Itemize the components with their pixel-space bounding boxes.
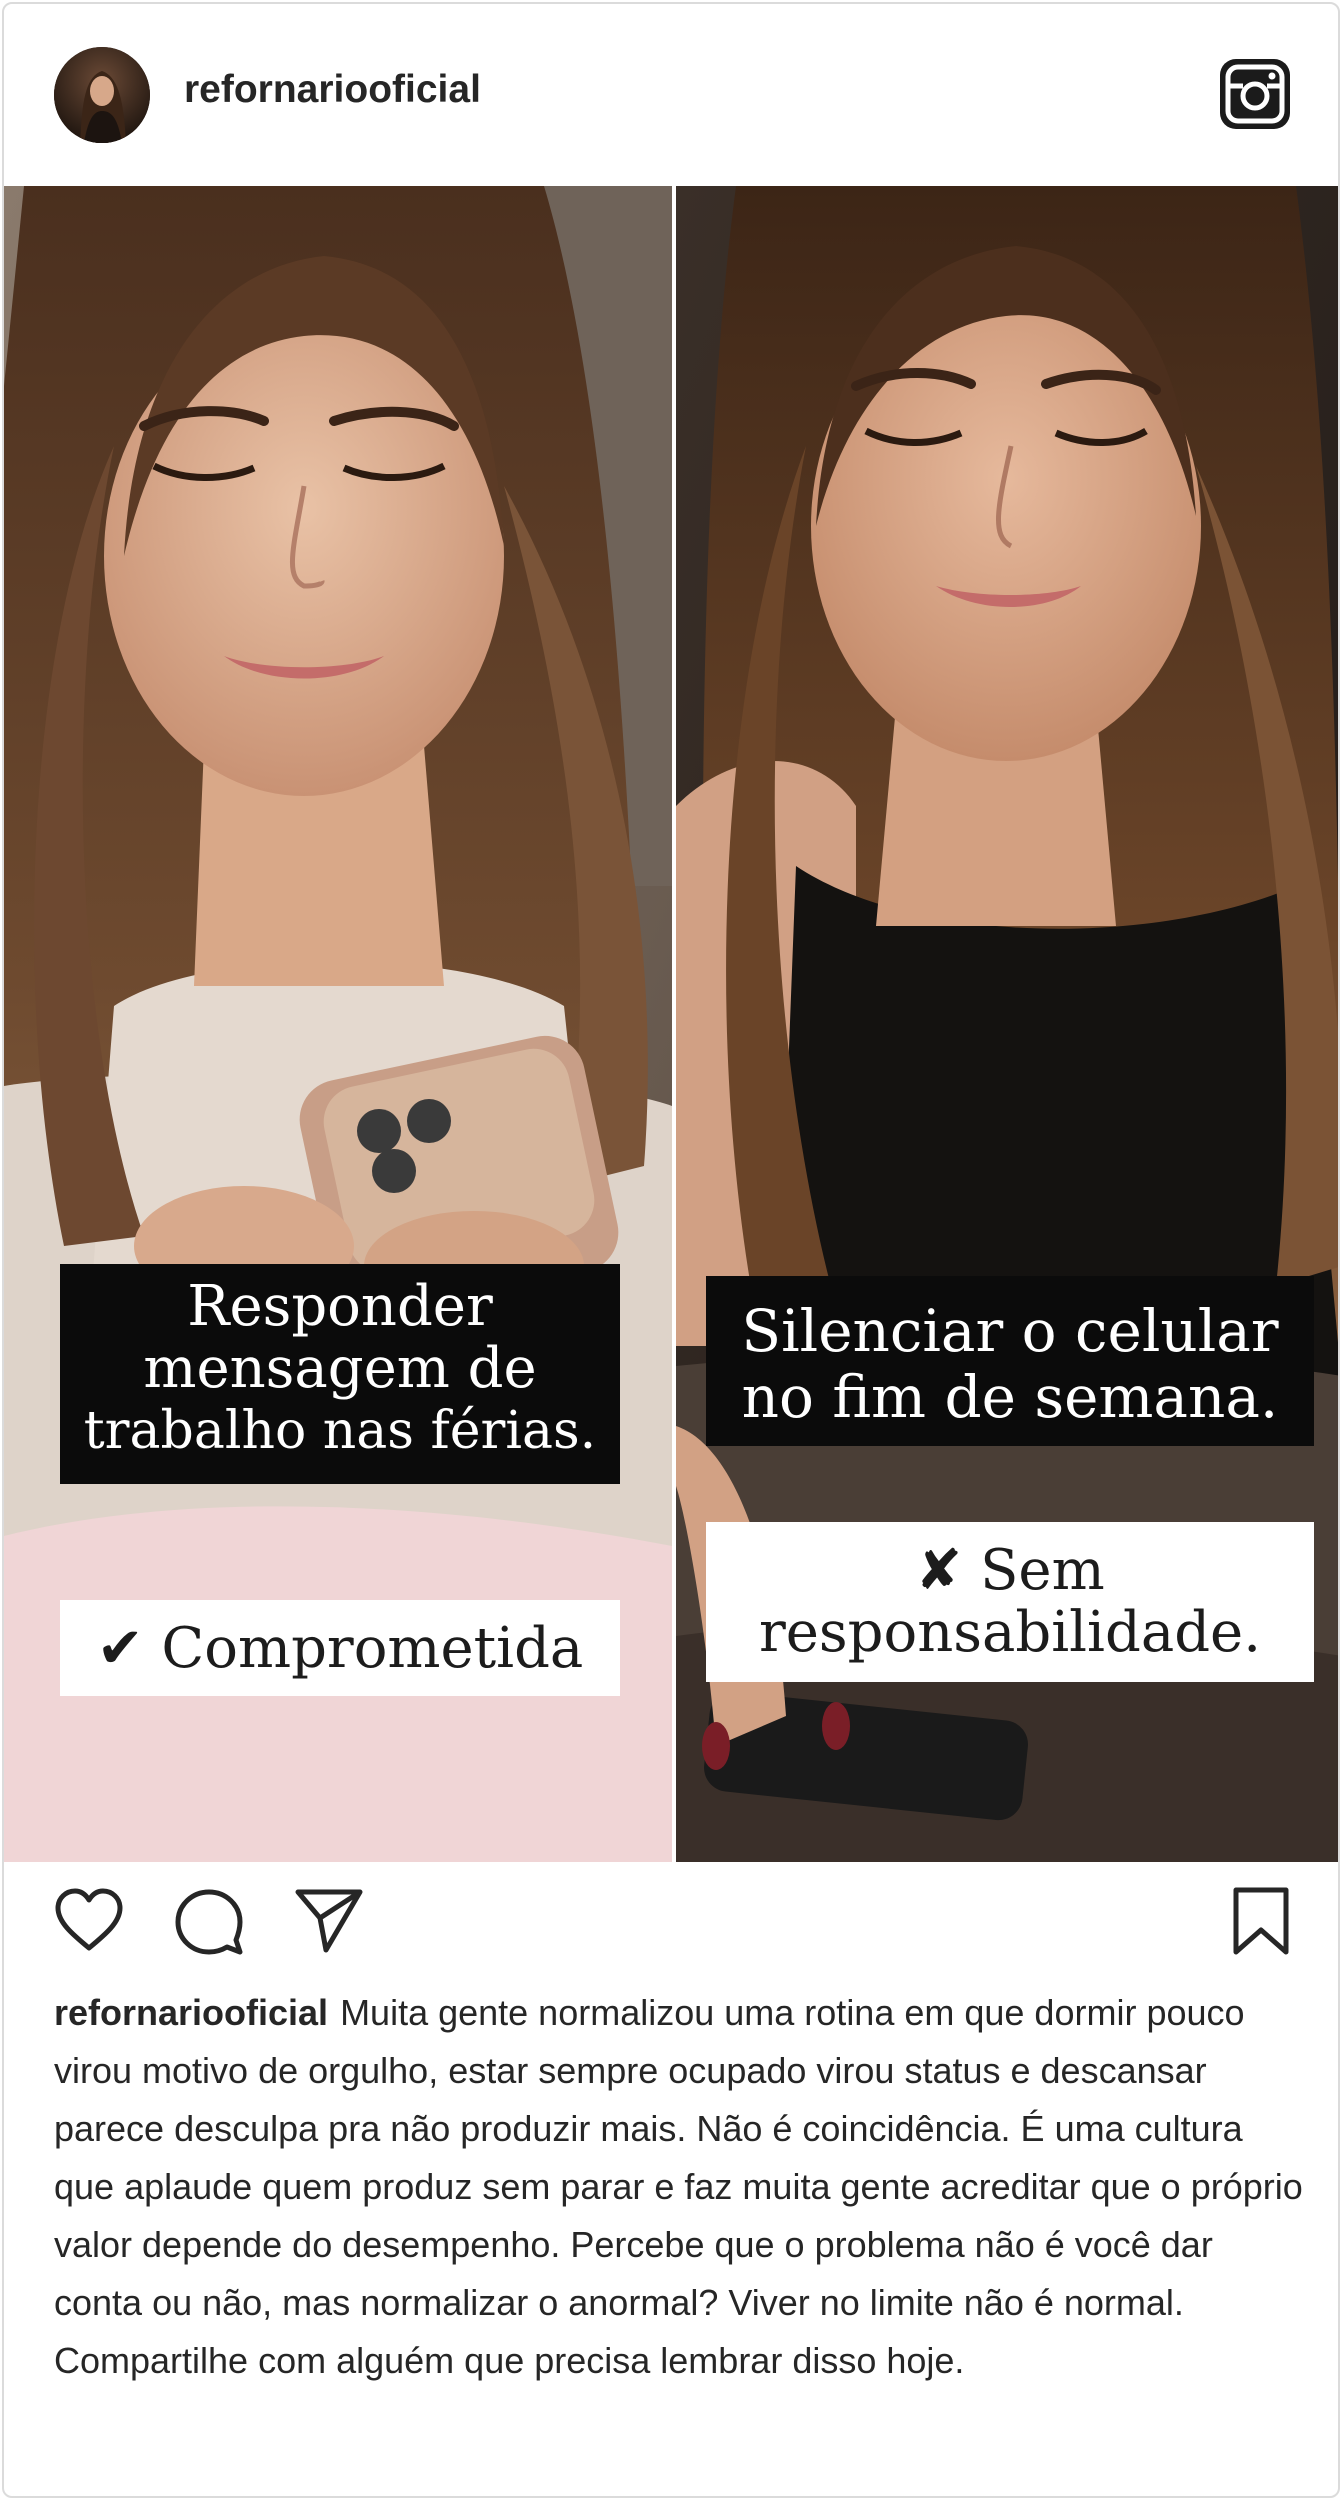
- right-panel: Silenciar o celular no fim de semana. ✘ …: [676, 186, 1338, 1862]
- left-panel: Responder mensagem de trabalho nas féria…: [4, 186, 672, 1862]
- profile-photo: [54, 47, 150, 143]
- send-icon[interactable]: [292, 1884, 366, 1958]
- heart-icon[interactable]: [52, 1884, 126, 1958]
- instagram-icon[interactable]: [1217, 56, 1293, 132]
- right-statement-line: Silenciar o celular: [741, 1297, 1279, 1365]
- caption-text: Muita gente normalizou uma rotina em que…: [54, 1992, 1303, 2381]
- post-caption: refornariooficial Muita gente normalizou …: [54, 1984, 1304, 2390]
- post-card: refornariooficial Responder mensagem de …: [2, 2, 1340, 2498]
- post-image[interactable]: Responder mensagem de trabalho nas féria…: [4, 186, 1338, 1862]
- left-statement-line: Responder: [187, 1274, 493, 1339]
- cross-icon: ✘: [915, 1538, 963, 1603]
- post-username[interactable]: refornariooficial: [184, 68, 481, 112]
- post-header: refornariooficial: [4, 4, 1338, 184]
- bookmark-icon[interactable]: [1224, 1884, 1298, 1958]
- left-statement-tag: Responder mensagem de trabalho nas féria…: [60, 1264, 620, 1484]
- caption-username[interactable]: refornariooficial: [54, 1992, 328, 2033]
- right-statement-tag: Silenciar o celular no fim de semana.: [706, 1276, 1314, 1446]
- left-statement-line: mensagem de: [143, 1336, 537, 1401]
- avatar[interactable]: [54, 47, 150, 143]
- comment-icon[interactable]: [172, 1884, 246, 1958]
- check-icon: ✔: [96, 1616, 144, 1681]
- left-verdict-text: Comprometida: [161, 1616, 584, 1681]
- post-actions: [4, 1884, 1338, 1974]
- right-verdict-line: Sem: [980, 1538, 1105, 1603]
- right-verdict-line: responsabilidade.: [758, 1600, 1261, 1665]
- right-verdict-tag: ✘ Sem responsabilidade.: [706, 1522, 1314, 1682]
- left-verdict-tag: ✔ Comprometida: [60, 1600, 620, 1696]
- right-statement-line: no fim de semana.: [741, 1363, 1279, 1431]
- left-statement-line: trabalho nas férias.: [83, 1401, 597, 1461]
